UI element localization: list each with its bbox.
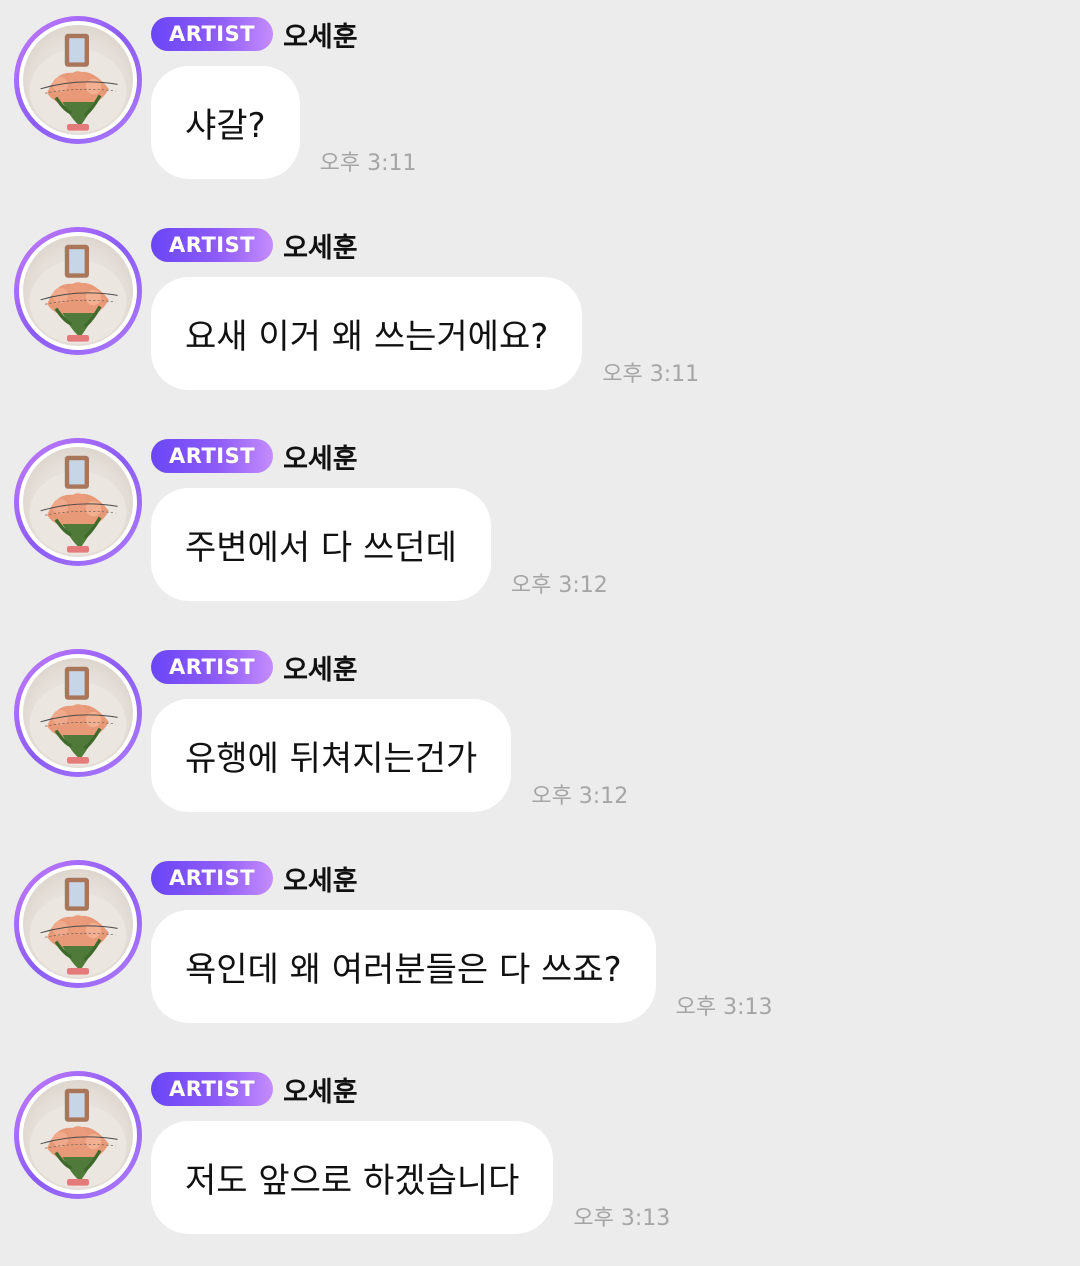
- profile-photo-icon: [23, 447, 133, 557]
- avatar-frame: [19, 654, 137, 772]
- profile-photo-icon: [23, 1080, 133, 1190]
- message-item: ARTIST 오세훈 유행에 뒤쳐지는건가 오후 3:12: [0, 633, 1080, 844]
- avatar-frame: [19, 865, 137, 983]
- message-bubble[interactable]: 샤갈?: [151, 66, 300, 179]
- sender-name[interactable]: 오세훈: [283, 15, 358, 54]
- message-bubble[interactable]: 유행에 뒤쳐지는건가: [151, 699, 512, 812]
- message-item: ARTIST 오세훈 요새 이거 왜 쓰는거에요? 오후 3:11: [0, 211, 1080, 422]
- sender-name[interactable]: 오세훈: [283, 648, 358, 687]
- sender-name[interactable]: 오세훈: [283, 1070, 358, 1109]
- message-timestamp: 오후 3:12: [531, 784, 629, 809]
- flower-bouquet-icon: [29, 877, 127, 977]
- message-timestamp: 오후 3:12: [510, 573, 608, 598]
- message-item: ARTIST 오세훈 저도 앞으로 하겠습니다 오후 3:13: [0, 1055, 1080, 1266]
- profile-photo-icon: [23, 658, 133, 768]
- message-item: ARTIST 오세훈 샤갈? 오후 3:11: [0, 0, 1080, 211]
- avatar[interactable]: [14, 649, 142, 777]
- chat-message-list[interactable]: ARTIST 오세훈 샤갈? 오후 3:11 ARTIST 오세훈 요새 이거 …: [0, 0, 1080, 1255]
- profile-photo-icon: [23, 869, 133, 979]
- message-timestamp: 오후 3:13: [573, 1206, 671, 1231]
- avatar-frame: [19, 1076, 137, 1194]
- profile-photo-icon: [23, 25, 133, 135]
- message-header: ARTIST 오세훈: [151, 437, 358, 476]
- avatar-frame: [19, 21, 137, 139]
- flower-bouquet-icon: [29, 455, 127, 555]
- avatar[interactable]: [14, 227, 142, 355]
- message-row: 샤갈? 오후 3:11: [151, 66, 417, 179]
- message-row: 저도 앞으로 하겠습니다 오후 3:13: [151, 1121, 670, 1234]
- sender-name[interactable]: 오세훈: [283, 437, 358, 476]
- artist-badge: ARTIST: [151, 228, 274, 262]
- artist-badge: ARTIST: [151, 1072, 274, 1106]
- message-header: ARTIST 오세훈: [151, 15, 358, 54]
- avatar[interactable]: [14, 438, 142, 566]
- message-timestamp: 오후 3:11: [602, 362, 700, 387]
- flower-bouquet-icon: [29, 1088, 127, 1188]
- message-item: ARTIST 오세훈 욕인데 왜 여러분들은 다 쓰죠? 오후 3:13: [0, 844, 1080, 1055]
- message-bubble[interactable]: 주변에서 다 쓰던데: [151, 488, 491, 601]
- artist-badge: ARTIST: [151, 439, 274, 473]
- avatar[interactable]: [14, 16, 142, 144]
- flower-bouquet-icon: [29, 244, 127, 344]
- sender-name[interactable]: 오세훈: [283, 226, 358, 265]
- message-row: 유행에 뒤쳐지는건가 오후 3:12: [151, 699, 628, 812]
- message-timestamp: 오후 3:11: [319, 151, 417, 176]
- profile-photo-icon: [23, 236, 133, 346]
- message-item: ARTIST 오세훈 주변에서 다 쓰던데 오후 3:12: [0, 422, 1080, 633]
- avatar-frame: [19, 232, 137, 350]
- message-header: ARTIST 오세훈: [151, 226, 358, 265]
- message-row: 요새 이거 왜 쓰는거에요? 오후 3:11: [151, 277, 699, 390]
- avatar[interactable]: [14, 860, 142, 988]
- message-bubble[interactable]: 욕인데 왜 여러분들은 다 쓰죠?: [151, 910, 656, 1023]
- artist-badge: ARTIST: [151, 861, 274, 895]
- avatar[interactable]: [14, 1071, 142, 1199]
- avatar-frame: [19, 443, 137, 561]
- artist-badge: ARTIST: [151, 17, 274, 51]
- message-bubble[interactable]: 저도 앞으로 하겠습니다: [151, 1121, 554, 1234]
- message-header: ARTIST 오세훈: [151, 859, 358, 898]
- flower-bouquet-icon: [29, 666, 127, 766]
- sender-name[interactable]: 오세훈: [283, 859, 358, 898]
- message-bubble[interactable]: 요새 이거 왜 쓰는거에요?: [151, 277, 583, 390]
- message-header: ARTIST 오세훈: [151, 648, 358, 687]
- message-row: 주변에서 다 쓰던데 오후 3:12: [151, 488, 608, 601]
- message-timestamp: 오후 3:13: [675, 995, 773, 1020]
- flower-bouquet-icon: [29, 33, 127, 133]
- message-header: ARTIST 오세훈: [151, 1070, 358, 1109]
- artist-badge: ARTIST: [151, 650, 274, 684]
- message-row: 욕인데 왜 여러분들은 다 쓰죠? 오후 3:13: [151, 910, 773, 1023]
